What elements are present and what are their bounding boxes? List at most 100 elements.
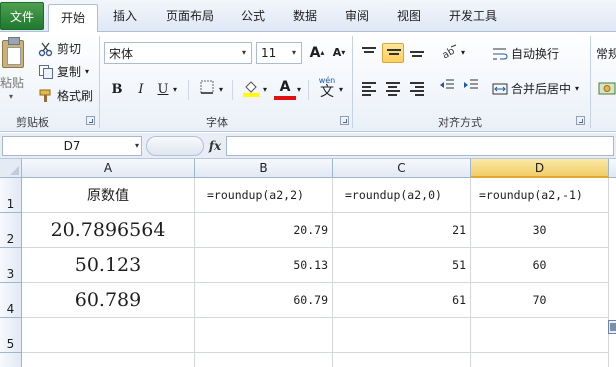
formula-input[interactable]: [226, 136, 614, 156]
tab-page-layout[interactable]: 页面布局: [158, 0, 222, 32]
tab-formulas[interactable]: 公式: [232, 0, 274, 32]
cell-c4[interactable]: 61: [333, 283, 471, 318]
cell-c5[interactable]: [333, 318, 471, 353]
increase-indent-button[interactable]: [460, 78, 482, 98]
column-header-a[interactable]: A: [22, 159, 195, 178]
format-painter-icon: [38, 88, 54, 104]
phonetic-button[interactable]: wén 文: [316, 76, 338, 102]
format-painter-button[interactable]: 格式刷: [38, 87, 93, 104]
shrink-font-button[interactable]: A▾: [328, 43, 350, 63]
cell-d4[interactable]: 70: [471, 283, 609, 318]
align-middle-button[interactable]: [382, 43, 404, 63]
cell-c6[interactable]: [333, 353, 471, 367]
cell-a1[interactable]: 原数值: [22, 178, 195, 213]
accounting-format-button[interactable]: [598, 80, 616, 98]
cell-a6[interactable]: [22, 353, 195, 367]
orientation-button[interactable]: ab: [438, 43, 460, 63]
paste-button[interactable]: 粘贴 ▾: [0, 34, 28, 104]
align-top-icon: [362, 47, 376, 59]
copy-icon: [38, 64, 54, 80]
row-header-1[interactable]: 1: [0, 178, 22, 213]
format-painter-label: 格式刷: [57, 89, 94, 103]
copy-button[interactable]: 复制 ▾: [38, 63, 89, 80]
row-header-2[interactable]: 2: [0, 213, 22, 248]
formula-bar-splitter[interactable]: [146, 136, 204, 156]
wrap-text-label: 自动换行: [511, 47, 560, 61]
decrease-indent-button[interactable]: [436, 78, 458, 98]
group-divider: [352, 36, 353, 128]
bold-button[interactable]: B: [106, 80, 128, 100]
cut-button[interactable]: 剪切: [38, 40, 81, 57]
column-header-d[interactable]: D: [471, 159, 609, 178]
row-header-4[interactable]: 4: [0, 283, 22, 318]
cell-c3[interactable]: 51: [333, 248, 471, 283]
chevron-down-icon: ▾: [461, 48, 466, 57]
cell-b1[interactable]: =roundup(a2,2): [195, 178, 333, 213]
align-left-button[interactable]: [358, 78, 380, 98]
tab-review[interactable]: 审阅: [336, 0, 378, 32]
ribbon-tab-bar: 文件 开始 插入 页面布局 公式 数据 审阅 视图 开发工具: [0, 0, 616, 33]
name-box[interactable]: D7 ▾: [2, 136, 142, 156]
cell-d5[interactable]: [471, 318, 609, 353]
insert-function-button[interactable]: fx: [206, 136, 224, 156]
row-header-3[interactable]: 3: [0, 248, 22, 283]
font-color-button[interactable]: A: [274, 78, 296, 100]
font-launcher-icon[interactable]: [340, 116, 349, 125]
clipboard-group-label: 剪贴板: [16, 116, 49, 129]
font-name-combo[interactable]: 宋体 ▾: [104, 42, 252, 64]
cell-b2[interactable]: 20.79: [195, 213, 333, 248]
chevron-down-icon: ▾: [173, 85, 178, 94]
tab-view[interactable]: 视图: [388, 0, 430, 32]
clipboard-icon: [2, 37, 24, 68]
cell-b6[interactable]: [195, 353, 333, 367]
select-all-button[interactable]: [0, 159, 22, 178]
align-center-button[interactable]: [382, 78, 404, 98]
cell-d3[interactable]: 60: [471, 248, 609, 283]
wrap-text-button[interactable]: 自动换行: [492, 45, 559, 62]
cell-d6[interactable]: [471, 353, 609, 367]
border-button[interactable]: [196, 80, 218, 100]
clipboard-launcher-icon[interactable]: [86, 116, 95, 125]
italic-button[interactable]: I: [130, 80, 152, 100]
column-e-edge[interactable]: [609, 178, 616, 367]
column-header-c[interactable]: C: [333, 159, 471, 178]
font-size-combo[interactable]: 11 ▾: [256, 42, 302, 64]
name-box-value: D7: [63, 139, 81, 153]
chevron-down-icon: ▾: [9, 92, 14, 101]
alignment-launcher-icon[interactable]: [576, 116, 585, 125]
tab-data[interactable]: 数据: [284, 0, 326, 32]
chevron-down-icon: ▾: [85, 67, 90, 76]
divider: [308, 80, 309, 100]
increase-indent-icon: [464, 79, 478, 89]
cell-c1[interactable]: =roundup(a2,0): [333, 178, 471, 213]
fill-color-button[interactable]: [240, 79, 262, 99]
paste-options-icon[interactable]: [608, 320, 616, 334]
cell-d2[interactable]: 30: [471, 213, 609, 248]
tab-file[interactable]: 文件: [0, 2, 44, 30]
cell-a4[interactable]: 60.789: [22, 283, 195, 318]
cell-a5[interactable]: [22, 318, 195, 353]
row-header-5[interactable]: 5: [0, 318, 22, 353]
cell-a2[interactable]: 20.7896564: [22, 213, 195, 248]
tab-home[interactable]: 开始: [48, 4, 98, 33]
tab-developer[interactable]: 开发工具: [440, 0, 506, 32]
align-bottom-button[interactable]: [406, 43, 428, 63]
tab-insert[interactable]: 插入: [104, 0, 146, 32]
number-format-combo[interactable]: 常规: [596, 44, 616, 64]
cell-a3[interactable]: 50.123: [22, 248, 195, 283]
merge-center-button[interactable]: 合并后居中 ▾: [492, 80, 579, 97]
grow-font-button[interactable]: A▴: [306, 43, 328, 63]
cell-d1[interactable]: =roundup(a2,-1): [471, 178, 609, 213]
cell-b5[interactable]: [195, 318, 333, 353]
column-header-e[interactable]: [609, 159, 616, 178]
cell-c2[interactable]: 21: [333, 213, 471, 248]
column-header-b[interactable]: B: [195, 159, 333, 178]
cell-b4[interactable]: 60.79: [195, 283, 333, 318]
cell-b3[interactable]: 50.13: [195, 248, 333, 283]
copy-label: 复制: [57, 65, 82, 79]
row-header-6[interactable]: [0, 353, 22, 367]
align-right-button[interactable]: [406, 78, 428, 98]
align-top-button[interactable]: [358, 43, 380, 63]
align-bottom-icon: [410, 51, 424, 63]
underline-button[interactable]: U: [152, 80, 174, 100]
